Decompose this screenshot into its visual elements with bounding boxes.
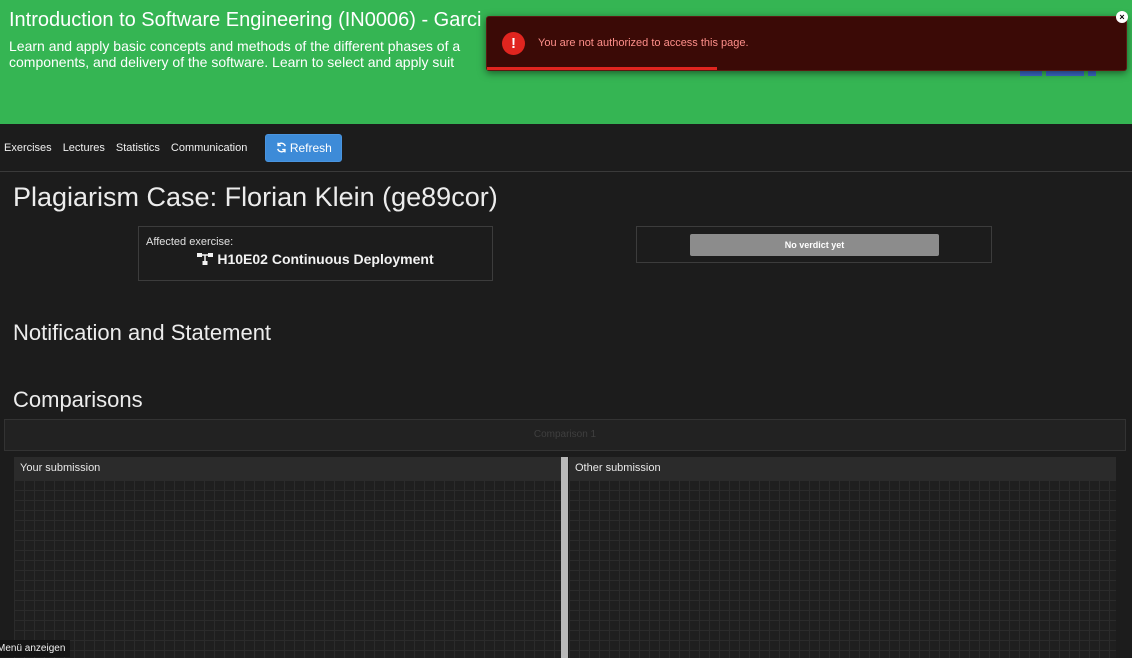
affected-exercise-name[interactable]: H10E02 Continuous Deployment bbox=[217, 251, 433, 267]
page-title: Plagiarism Case: Florian Klein (ge89cor) bbox=[13, 182, 498, 212]
close-icon[interactable]: × bbox=[1116, 11, 1128, 23]
course-nav: Exercises Lectures Statistics Communicat… bbox=[0, 124, 1132, 172]
error-icon: ! bbox=[502, 32, 525, 55]
affected-exercise: H10E02 Continuous Deployment bbox=[139, 251, 492, 267]
your-submission-header: Your submission bbox=[14, 457, 561, 480]
notification-section-title: Notification and Statement bbox=[13, 320, 272, 345]
refresh-button[interactable]: Refresh bbox=[265, 133, 343, 162]
your-submission-viewer[interactable] bbox=[14, 480, 561, 658]
nav-exercises[interactable]: Exercises bbox=[4, 142, 52, 154]
affected-exercise-card: Affected exercise: H10E02 Continuous Dep… bbox=[138, 226, 493, 281]
nav-communication[interactable]: Communication bbox=[171, 142, 247, 154]
verdict-card: No verdict yet bbox=[636, 226, 992, 263]
nav-statistics[interactable]: Statistics bbox=[116, 142, 160, 154]
affected-exercise-label: Affected exercise: bbox=[146, 236, 234, 248]
course-description-line: components, and delivery of the software… bbox=[9, 54, 455, 70]
course-description-line: Learn and apply basic concepts and metho… bbox=[9, 38, 461, 54]
split-handle[interactable] bbox=[561, 457, 568, 658]
refresh-label: Refresh bbox=[289, 140, 332, 155]
verdict-button[interactable]: No verdict yet bbox=[690, 234, 939, 256]
show-menu-button[interactable]: Menü anzeigen bbox=[0, 640, 71, 657]
comparisons-section-title: Comparisons bbox=[13, 387, 143, 412]
your-submission-panel: Your submission bbox=[14, 457, 561, 658]
error-toast[interactable]: ! You are not authorized to access this … bbox=[486, 16, 1127, 71]
nav-lectures[interactable]: Lectures bbox=[63, 142, 105, 154]
refresh-icon bbox=[276, 142, 286, 153]
course-description: Learn and apply basic concepts and metho… bbox=[9, 38, 569, 70]
toast-progress-bar bbox=[487, 67, 718, 70]
other-submission-header: Other submission bbox=[569, 457, 1116, 480]
tab-comparison-1[interactable]: Comparison 1 bbox=[4, 419, 1126, 451]
toast-message: You are not authorized to access this pa… bbox=[538, 37, 749, 49]
other-submission-panel: Other submission bbox=[569, 457, 1116, 658]
other-submission-viewer[interactable] bbox=[569, 480, 1116, 658]
programming-exercise-icon bbox=[197, 253, 214, 265]
